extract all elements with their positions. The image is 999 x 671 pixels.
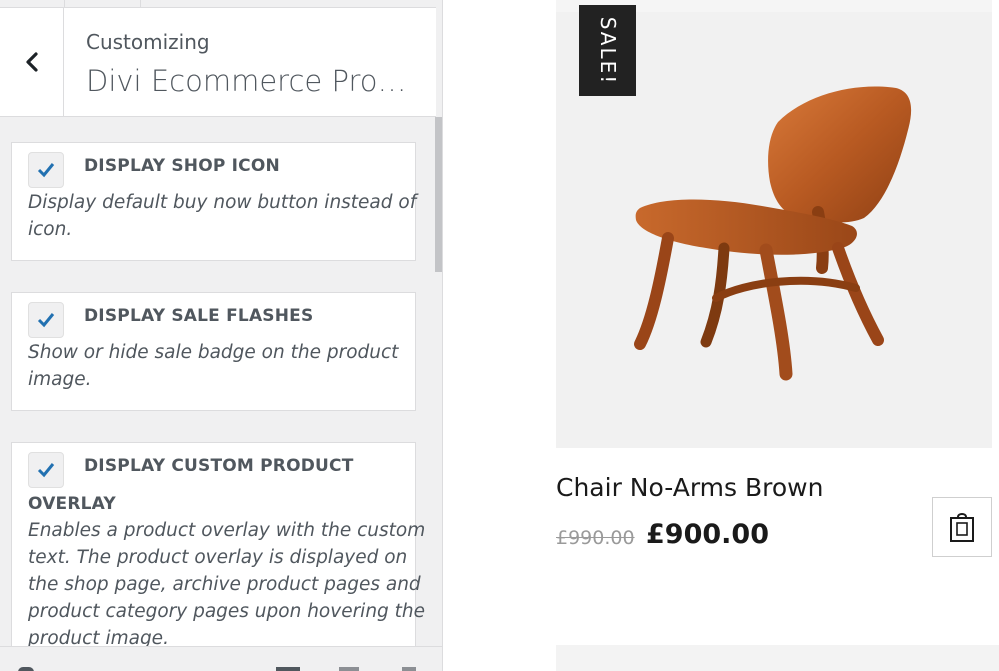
top-tab[interactable] — [0, 0, 65, 7]
product-title[interactable]: Chair No-Arms Brown — [556, 473, 823, 502]
back-button[interactable] — [0, 8, 64, 116]
site-preview: SALE! Chair No-Arms Brown £990.00 £900.0… — [443, 0, 999, 671]
breadcrumb: Customizing — [86, 30, 210, 54]
sale-badge-text: SALE! — [595, 16, 620, 85]
display-custom-overlay-checkbox[interactable] — [28, 452, 64, 488]
customizer-header: Customizing Divi Ecommerce Product Setti… — [0, 7, 436, 117]
top-tab-strip — [0, 0, 443, 7]
control-label-continued: OVERLAY — [28, 494, 116, 514]
desktop-preview-icon[interactable] — [276, 667, 300, 671]
control-display-shop-icon: DISPLAY SHOP ICON Display default buy no… — [11, 142, 416, 261]
mobile-preview-icon[interactable] — [402, 667, 416, 671]
chevron-left-icon — [25, 52, 38, 72]
sale-price: £900.00 — [646, 519, 769, 550]
control-description: Show or hide sale badge on the product i… — [28, 342, 399, 390]
control-display-custom-product-overlay: DISPLAY CUSTOM PRODUCT OVERLAY Enables a… — [11, 442, 425, 671]
section-title: Divi Ecommerce Product Settings — [86, 64, 420, 98]
tablet-preview-icon[interactable] — [339, 667, 359, 671]
next-product-edge — [556, 645, 999, 671]
control-label: DISPLAY SHOP ICON — [84, 156, 280, 176]
hide-controls-icon[interactable] — [18, 667, 34, 671]
checkmark-icon — [37, 313, 55, 328]
control-description: Display default buy now button instead o… — [28, 192, 417, 240]
control-label: DISPLAY CUSTOM PRODUCT — [84, 456, 354, 476]
control-display-sale-flashes: DISPLAY SALE FLASHES Show or hide sale b… — [11, 292, 416, 411]
sale-badge: SALE! — [579, 5, 636, 96]
top-tab[interactable] — [64, 0, 141, 7]
add-to-cart-button[interactable] — [932, 497, 992, 557]
checkmark-icon — [37, 163, 55, 178]
display-sale-flashes-checkbox[interactable] — [28, 302, 64, 338]
control-label: DISPLAY SALE FLASHES — [84, 306, 314, 326]
control-description: Enables a product overlay with the custo… — [28, 520, 426, 649]
scrollbar-thumb[interactable] — [435, 117, 442, 272]
original-price: £990.00 — [556, 527, 635, 549]
customizer-footer — [0, 646, 443, 671]
display-shop-icon-checkbox[interactable] — [28, 152, 64, 188]
checkmark-icon — [37, 463, 55, 478]
shopping-bag-icon — [950, 513, 974, 542]
customizer-panel: Customizing Divi Ecommerce Product Setti… — [0, 0, 443, 671]
